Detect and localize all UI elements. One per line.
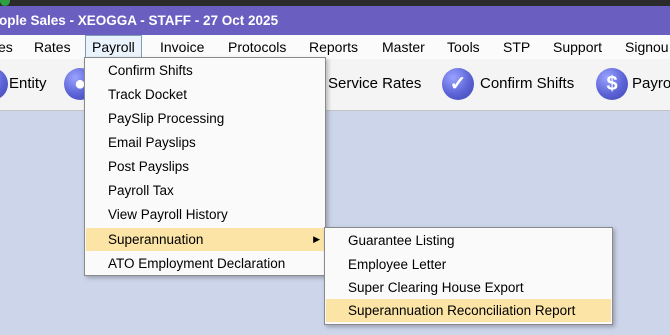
menu-option-payroll-tax[interactable]: Payroll Tax [86, 179, 324, 202]
confirm-shifts-label: Confirm Shifts [480, 75, 575, 92]
entity-button[interactable]: Entity [0, 59, 60, 110]
entity-icon [0, 68, 8, 100]
service-rates-label: Service Rates [328, 75, 422, 92]
submenu-option-guarantee-listing[interactable]: Guarantee Listing [326, 229, 611, 252]
confirm-shifts-button[interactable]: ✓ Confirm Shifts [441, 59, 581, 110]
submenu-option-super-clearing-house-export[interactable]: Super Clearing House Export [326, 276, 611, 299]
menu-item-protocols[interactable]: Protocols [228, 35, 286, 59]
window-title: ople Sales - XEOGGA - STAFF - 27 Oct 202… [0, 13, 279, 28]
entity-label: Entity [9, 75, 47, 92]
menu-item-invoice[interactable]: Invoice [160, 35, 204, 59]
menu-item-master[interactable]: Master [382, 35, 425, 59]
service-rates-button[interactable]: Service Rates [326, 59, 426, 110]
menu-option-superannuation[interactable]: Superannuation ▶ [86, 228, 324, 251]
payroll-label: Payro [632, 75, 670, 92]
superannuation-submenu: Guarantee Listing Employee Letter Super … [324, 227, 613, 325]
title-bar: ople Sales - XEOGGA - STAFF - 27 Oct 202… [0, 6, 670, 35]
menu-item-support[interactable]: Support [553, 35, 602, 59]
menu-option-view-payroll-history[interactable]: View Payroll History [86, 203, 324, 226]
dollar-icon: $ [596, 68, 628, 100]
menu-item-payroll[interactable]: Payroll [85, 35, 142, 59]
menu-bar: es Rates Payroll Invoice Protocols Repor… [0, 35, 670, 59]
menu-item-es[interactable]: es [0, 35, 13, 59]
submenu-arrow-icon: ▶ [313, 234, 320, 244]
menu-option-email-payslips[interactable]: Email Payslips [86, 131, 324, 154]
menu-option-payslip-processing[interactable]: PaySlip Processing [86, 107, 324, 130]
menu-option-confirm-shifts[interactable]: Confirm Shifts [86, 59, 324, 82]
payroll-button[interactable]: $ Payro [595, 59, 670, 110]
checkmark-icon: ✓ [442, 68, 474, 100]
menu-item-rates[interactable]: Rates [34, 35, 71, 59]
menu-item-stp[interactable]: STP [503, 35, 530, 59]
payroll-dropdown-menu: Confirm Shifts Track Docket PaySlip Proc… [84, 57, 326, 276]
menu-item-tools[interactable]: Tools [447, 35, 480, 59]
submenu-option-superannuation-reconciliation-report[interactable]: Superannuation Reconciliation Report [326, 299, 611, 322]
menu-option-ato-employment-declaration[interactable]: ATO Employment Declaration [86, 252, 324, 275]
menu-item-reports[interactable]: Reports [309, 35, 358, 59]
menu-option-post-payslips[interactable]: Post Payslips [86, 155, 324, 178]
menu-item-signout[interactable]: Signou [625, 35, 669, 59]
submenu-option-employee-letter[interactable]: Employee Letter [326, 253, 611, 276]
superannuation-label: Superannuation [108, 232, 204, 247]
menu-option-track-docket[interactable]: Track Docket [86, 83, 324, 106]
user-button[interactable]: ● [62, 59, 96, 110]
